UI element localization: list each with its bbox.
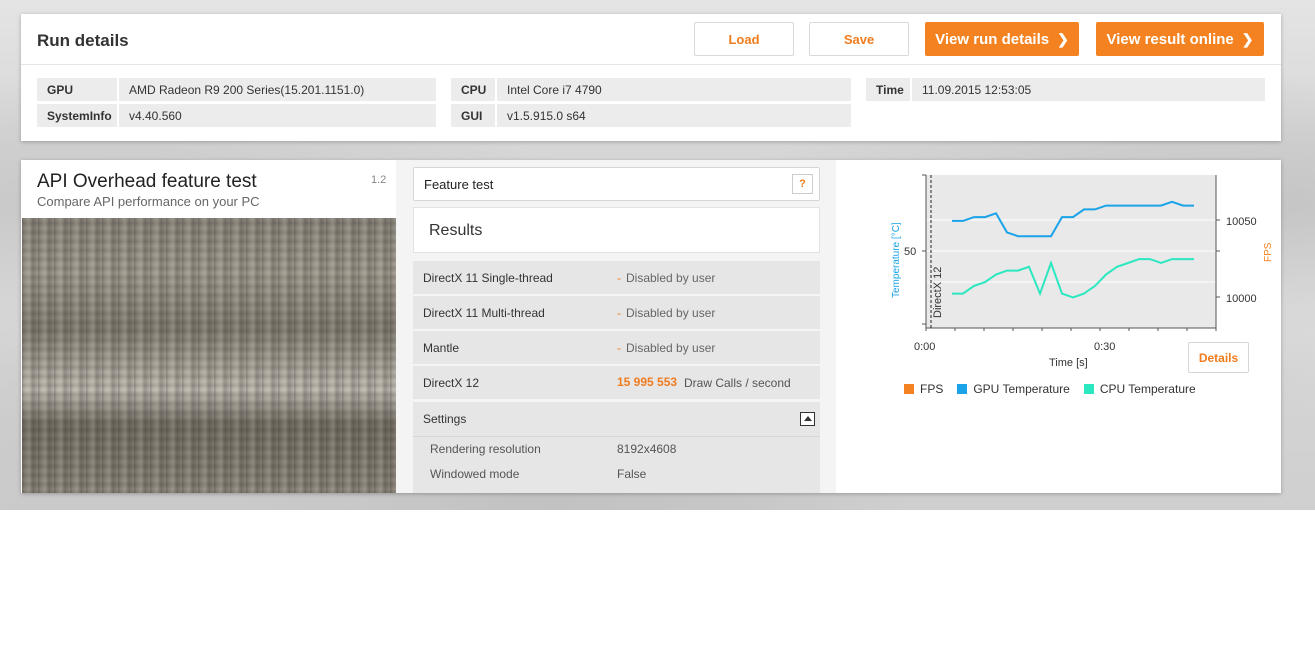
systeminfo-key: SystemInfo xyxy=(37,104,119,127)
test-screenshot-image xyxy=(22,218,396,493)
legend-swatch xyxy=(904,384,914,394)
run-details-title: Run details xyxy=(37,31,129,50)
settings-header[interactable]: Settings xyxy=(413,402,820,436)
cpu-row: CPU Intel Core i7 4790 xyxy=(451,78,851,101)
result-status: Disabled by user xyxy=(626,271,716,285)
result-dash: - xyxy=(617,341,621,355)
test-title: API Overhead feature test xyxy=(37,171,257,192)
chart-column: 50 10050 10000 0:00 0:30 Time [s] Temperature … xyxy=(836,160,1281,493)
y-axis-title-right: FPS xyxy=(1263,242,1274,262)
save-button[interactable]: Save xyxy=(809,22,909,56)
result-row: Mantle - Disabled by user xyxy=(413,331,820,364)
setting-value: 8192x4608 xyxy=(617,442,677,456)
chevron-right-icon: ❯ xyxy=(1241,30,1254,47)
feature-test-header: Feature test ? xyxy=(413,167,820,201)
result-row-dx12: DirectX 12 15 995 553 Draw Calls / secon… xyxy=(413,366,820,399)
result-name: Mantle xyxy=(423,341,460,355)
legend-item-gpu-temperature[interactable]: GPU Temperature xyxy=(957,382,1070,396)
results-column: Feature test ? Results DirectX 11 Single… xyxy=(396,160,836,493)
y-tick-label-right: 10050 xyxy=(1226,216,1257,228)
setting-value: False xyxy=(617,467,647,481)
y-tick-label-right: 10000 xyxy=(1226,293,1257,305)
setting-name: Rendering resolution xyxy=(430,442,541,456)
result-status: Disabled by user xyxy=(626,306,716,320)
cpu-key: CPU xyxy=(451,78,497,101)
phase-marker-label: DirectX 12 xyxy=(932,267,944,318)
collapse-icon[interactable] xyxy=(800,412,815,426)
legend-label: CPU Temperature xyxy=(1099,382,1196,396)
results-header: Results xyxy=(413,207,820,253)
time-key: Time xyxy=(866,78,912,101)
x-tick-label: 0:30 xyxy=(1094,341,1115,353)
result-row: DirectX 11 Multi-thread - Disabled by us… xyxy=(413,296,820,329)
gpu-value: AMD Radeon R9 200 Series(15.201.1151.0) xyxy=(129,82,365,97)
result-dash: - xyxy=(617,306,621,320)
y-axis-title-left: Temperature [°C] xyxy=(891,222,902,298)
legend-item-cpu-temperature[interactable]: CPU Temperature xyxy=(1083,382,1196,396)
legend-swatch xyxy=(1083,384,1094,394)
y-tick-label: 50 xyxy=(904,246,916,258)
results-label: Results xyxy=(429,222,483,239)
gpu-key: GPU xyxy=(37,78,119,101)
gui-row: GUI v1.5.915.0 s64 xyxy=(451,104,851,127)
view-result-online-label: View result online xyxy=(1106,30,1234,48)
view-run-details-button[interactable]: View run details ❯ xyxy=(925,22,1079,56)
systeminfo-value: v4.40.560 xyxy=(129,108,182,123)
legend-swatch xyxy=(957,384,968,394)
setting-name: Windowed mode xyxy=(430,467,520,481)
cpu-value: Intel Core i7 4790 xyxy=(507,82,602,97)
legend-label: FPS xyxy=(920,382,944,396)
feature-test-label: Feature test xyxy=(424,177,494,192)
test-subtitle: Compare API performance on your PC xyxy=(37,194,260,209)
result-score: 15 995 553 xyxy=(617,375,678,389)
chart-grid xyxy=(922,174,1220,331)
gui-value: v1.5.915.0 s64 xyxy=(507,108,586,123)
result-dash: - xyxy=(617,271,621,285)
settings-label: Settings xyxy=(423,412,467,426)
help-button[interactable]: ? xyxy=(792,174,813,194)
gui-key: GUI xyxy=(451,104,497,127)
test-version: 1.2 xyxy=(371,174,387,186)
legend-item-fps[interactable]: FPS xyxy=(904,382,943,396)
result-row: DirectX 11 Single-thread - Disabled by u… xyxy=(413,261,820,294)
view-run-details-label: View run details xyxy=(935,30,1050,48)
time-value: 11.09.2015 12:53:05 xyxy=(922,82,1032,97)
test-result-panel: API Overhead feature test Compare API pe… xyxy=(21,160,1281,493)
x-tick-label: 0:00 xyxy=(914,341,935,353)
x-axis-title: Time [s] xyxy=(1049,357,1088,369)
gpu-row: GPU AMD Radeon R9 200 Series(15.201.1151… xyxy=(37,78,436,101)
result-name: DirectX 11 Single-thread xyxy=(423,271,553,285)
result-status: Disabled by user xyxy=(626,341,716,355)
run-details-header: Run details Load Save View run details ❯… xyxy=(21,14,1281,65)
result-name: DirectX 12 xyxy=(423,376,480,390)
legend-label: GPU Temperature xyxy=(973,382,1070,396)
time-row: Time 11.09.2015 12:53:05 xyxy=(866,78,1265,101)
details-button[interactable]: Details xyxy=(1188,342,1249,373)
run-details-panel: Run details Load Save View run details ❯… xyxy=(21,14,1281,141)
result-name: DirectX 11 Multi-thread xyxy=(423,306,545,320)
chevron-right-icon: ❯ xyxy=(1057,30,1069,47)
view-result-online-button[interactable]: View result online ❯ xyxy=(1096,22,1264,56)
systeminfo-row: SystemInfo v4.40.560 xyxy=(37,104,436,127)
result-unit: Draw Calls / second xyxy=(684,376,791,390)
chart-legend: FPS GPU Temperature CPU Temperature xyxy=(904,382,1210,396)
load-button[interactable]: Load xyxy=(694,22,794,56)
